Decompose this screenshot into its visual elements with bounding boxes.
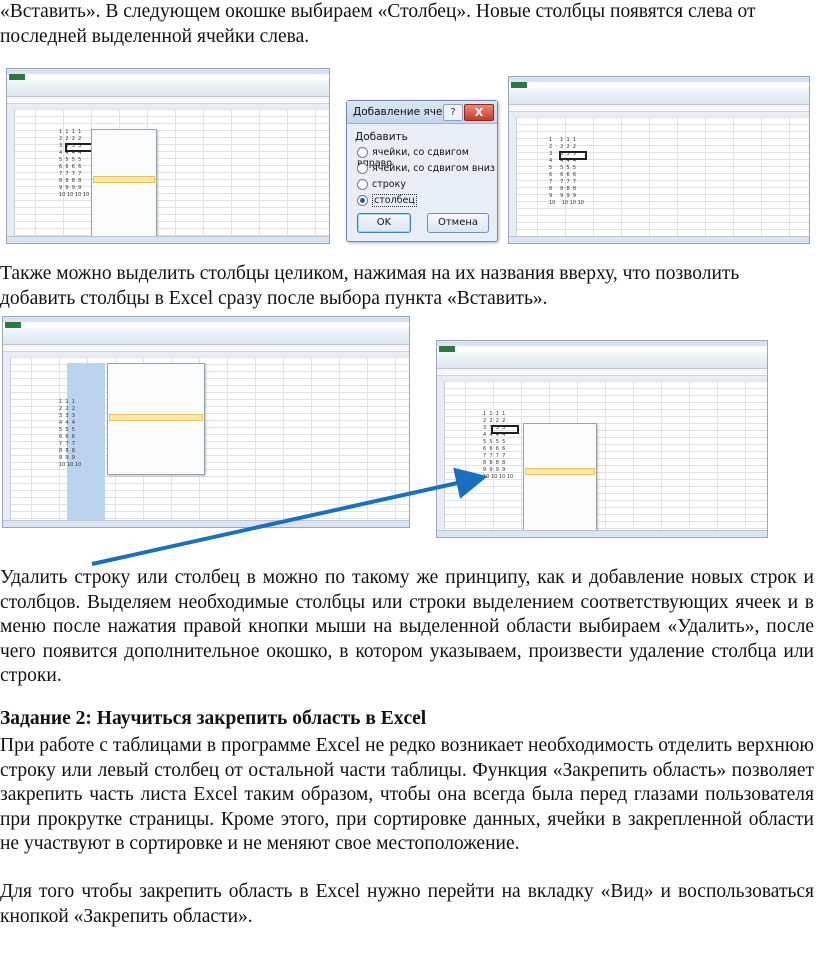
freeze-instruction-paragraph: Для того чтобы закрепить область в Excel… [0,881,814,927]
delete-paragraph: Удалить строку или столбец в можно по та… [0,567,814,687]
task-heading: Задание 2: Научиться закрепить область в… [0,708,427,729]
freeze-description-paragraph: При работе с таблицами в программе Excel… [0,735,814,855]
